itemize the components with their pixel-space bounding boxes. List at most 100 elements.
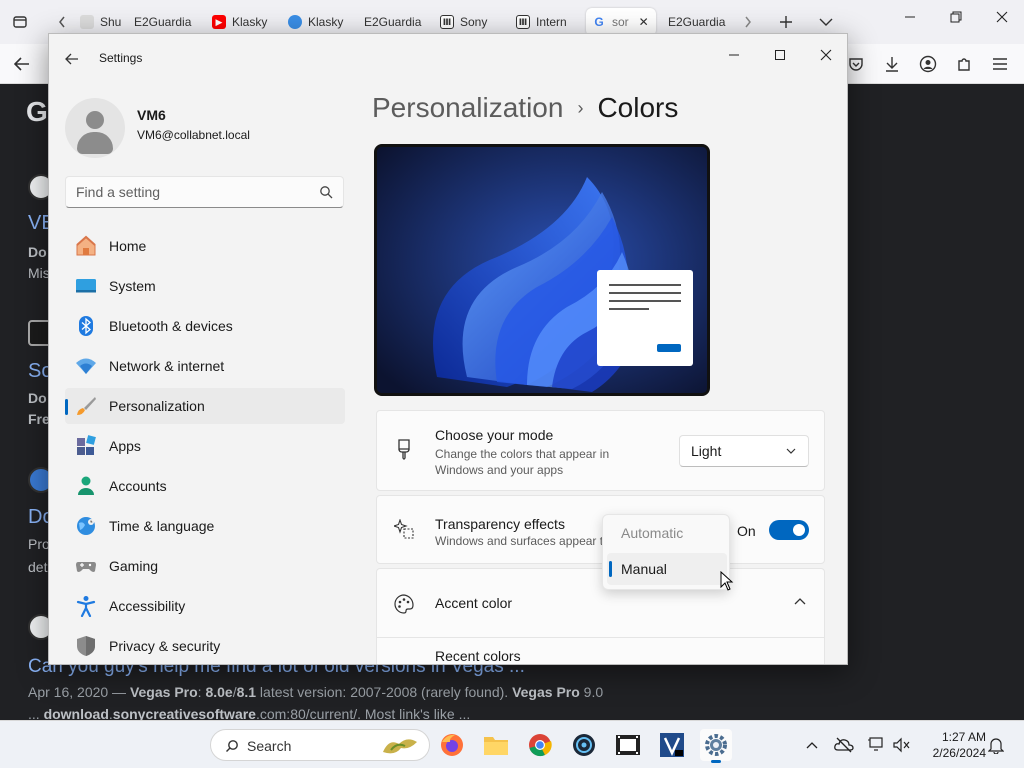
mode-title: Choose your mode <box>435 427 554 443</box>
tab-overview-icon[interactable] <box>10 12 30 32</box>
breadcrumb-parent[interactable]: Personalization <box>372 92 563 124</box>
chevron-down-icon <box>786 448 796 454</box>
taskbar-clock[interactable]: 1:27 AM 2/26/2024 <box>916 729 986 761</box>
account-icon[interactable] <box>918 54 938 74</box>
nav-item-system[interactable]: System <box>65 268 345 304</box>
nav-item-accounts[interactable]: Accounts <box>65 468 345 504</box>
browser-tab[interactable]: Shuri <box>74 8 122 36</box>
sparkle-icon <box>393 518 415 540</box>
snippet-bold: 8.1 <box>236 684 257 700</box>
nav-item-accessibility[interactable]: Accessibility <box>65 588 345 624</box>
chevron-up-icon[interactable] <box>794 597 806 605</box>
browser-tab[interactable]: Klasky <box>282 8 348 36</box>
browser-tab[interactable]: ▶ Klasky <box>206 8 272 36</box>
browser-tab[interactable]: E2Guardia <box>358 8 428 36</box>
result-snippet-line: Apr 16, 2020 — Vegas Pro: 8.0e/8.1 lates… <box>28 684 603 700</box>
browser-restore-icon[interactable] <box>944 10 968 26</box>
nav-item-home[interactable]: Home <box>65 228 345 264</box>
accent-color-dropdown-menu: Automatic Manual <box>602 514 730 590</box>
nav-item-time-language[interactable]: Time & language <box>65 508 345 544</box>
nav-item-label: Home <box>109 238 147 254</box>
settings-titlebar[interactable]: Settings <box>49 34 847 82</box>
taskbar-search[interactable]: Search <box>210 729 430 761</box>
firefox-taskbar-icon[interactable] <box>436 729 468 761</box>
settings-close-icon[interactable] <box>803 40 847 70</box>
result-text-fragment: Do <box>28 390 47 406</box>
google-logo[interactable]: G <box>26 96 48 128</box>
avatar <box>65 98 125 158</box>
nav-item-gaming[interactable]: Gaming <box>65 548 345 584</box>
tab-label: Klasky <box>308 15 344 29</box>
tab-scroll-left-icon[interactable] <box>52 12 72 32</box>
settings-taskbar-icon[interactable] <box>700 729 732 763</box>
tab-scroll-right-icon[interactable] <box>738 12 758 32</box>
notifications-bell-icon[interactable] <box>986 735 1006 755</box>
vegas-taskbar-icon[interactable] <box>656 729 688 761</box>
user-email: VM6@collabnet.local <box>137 128 250 142</box>
search-highlight-icon <box>383 739 417 754</box>
nav-item-label: System <box>109 278 156 294</box>
onedrive-offline-icon[interactable] <box>834 735 854 755</box>
nav-item-label: Apps <box>109 438 141 454</box>
apps-icon <box>75 435 97 457</box>
nav-item-personalization[interactable]: Personalization <box>65 388 345 424</box>
video-editor-taskbar-icon[interactable] <box>612 729 644 761</box>
volume-muted-icon[interactable] <box>892 735 912 755</box>
nav-item-bluetooth[interactable]: Bluetooth & devices <box>65 308 345 344</box>
settings-maximize-icon[interactable] <box>757 40 803 70</box>
browser-tab[interactable]: E2Guardia <box>662 8 732 36</box>
nav-item-label: Bluetooth & devices <box>109 318 233 334</box>
browser-tab[interactable]: Ⅲ Intern <box>510 8 576 36</box>
network-icon <box>75 355 97 377</box>
browser-minimize-icon[interactable] <box>898 10 922 26</box>
user-name: VM6 <box>137 107 166 123</box>
pocket-icon[interactable] <box>846 54 866 74</box>
search-icon <box>226 740 238 752</box>
brush-mode-icon <box>393 439 415 461</box>
downloads-icon[interactable] <box>882 54 902 74</box>
close-tab-icon[interactable]: ✕ <box>639 15 649 29</box>
accent-option-manual[interactable]: Manual <box>607 553 727 585</box>
new-tab-icon[interactable] <box>776 12 796 32</box>
transparency-state-label: On <box>737 523 756 539</box>
nav-item-label: Privacy & security <box>109 638 221 654</box>
file-explorer-taskbar-icon[interactable] <box>480 729 512 761</box>
running-indicator <box>711 760 721 763</box>
settings-nav: Home System Bluetooth & devices Network … <box>65 228 345 664</box>
accent-option-automatic[interactable]: Automatic <box>607 517 727 549</box>
page-icon <box>80 15 94 29</box>
chrome-taskbar-icon[interactable] <box>524 729 556 761</box>
nav-item-apps[interactable]: Apps <box>65 428 345 464</box>
page-title: Colors <box>597 92 679 123</box>
transparency-title: Transparency effects <box>435 516 565 532</box>
browser-tab[interactable]: E2Guardia <box>128 8 198 36</box>
browser-tab-active[interactable]: G sor ✕ <box>586 8 656 36</box>
search-input[interactable] <box>76 184 306 200</box>
settings-search-box[interactable] <box>65 176 344 208</box>
user-profile[interactable]: VM6 VM6@collabnet.local <box>65 98 345 168</box>
transparency-toggle[interactable] <box>769 520 809 540</box>
browser-back-icon[interactable] <box>12 54 32 74</box>
search-icon[interactable] <box>319 185 333 199</box>
accent-card: Accent color Recent colors <box>376 568 825 664</box>
settings-app-title: Settings <box>99 51 143 65</box>
archive-icon: Ⅲ <box>516 15 530 29</box>
browser-tab[interactable]: Ⅲ Sony <box>434 8 498 36</box>
nav-item-privacy-security[interactable]: Privacy & security <box>65 628 345 664</box>
tab-label: Sony <box>460 15 488 29</box>
mode-dropdown-value: Light <box>691 443 722 459</box>
nav-item-network[interactable]: Network & internet <box>65 348 345 384</box>
browser-close-icon[interactable] <box>990 10 1014 26</box>
show-hidden-icons-icon[interactable] <box>802 735 822 755</box>
result-text-fragment: Fre <box>28 411 50 427</box>
menu-icon[interactable] <box>990 54 1010 74</box>
snippet-text: 9.0 <box>579 684 604 700</box>
mode-dropdown[interactable]: Light <box>679 435 809 467</box>
settings-minimize-icon[interactable] <box>711 40 757 70</box>
extensions-icon[interactable] <box>954 54 974 74</box>
settings-back-icon[interactable] <box>61 48 83 70</box>
list-tabs-icon[interactable] <box>816 12 836 32</box>
network-tray-icon[interactable] <box>866 735 886 755</box>
palette-icon <box>393 593 415 615</box>
steam-taskbar-icon[interactable] <box>568 729 600 761</box>
